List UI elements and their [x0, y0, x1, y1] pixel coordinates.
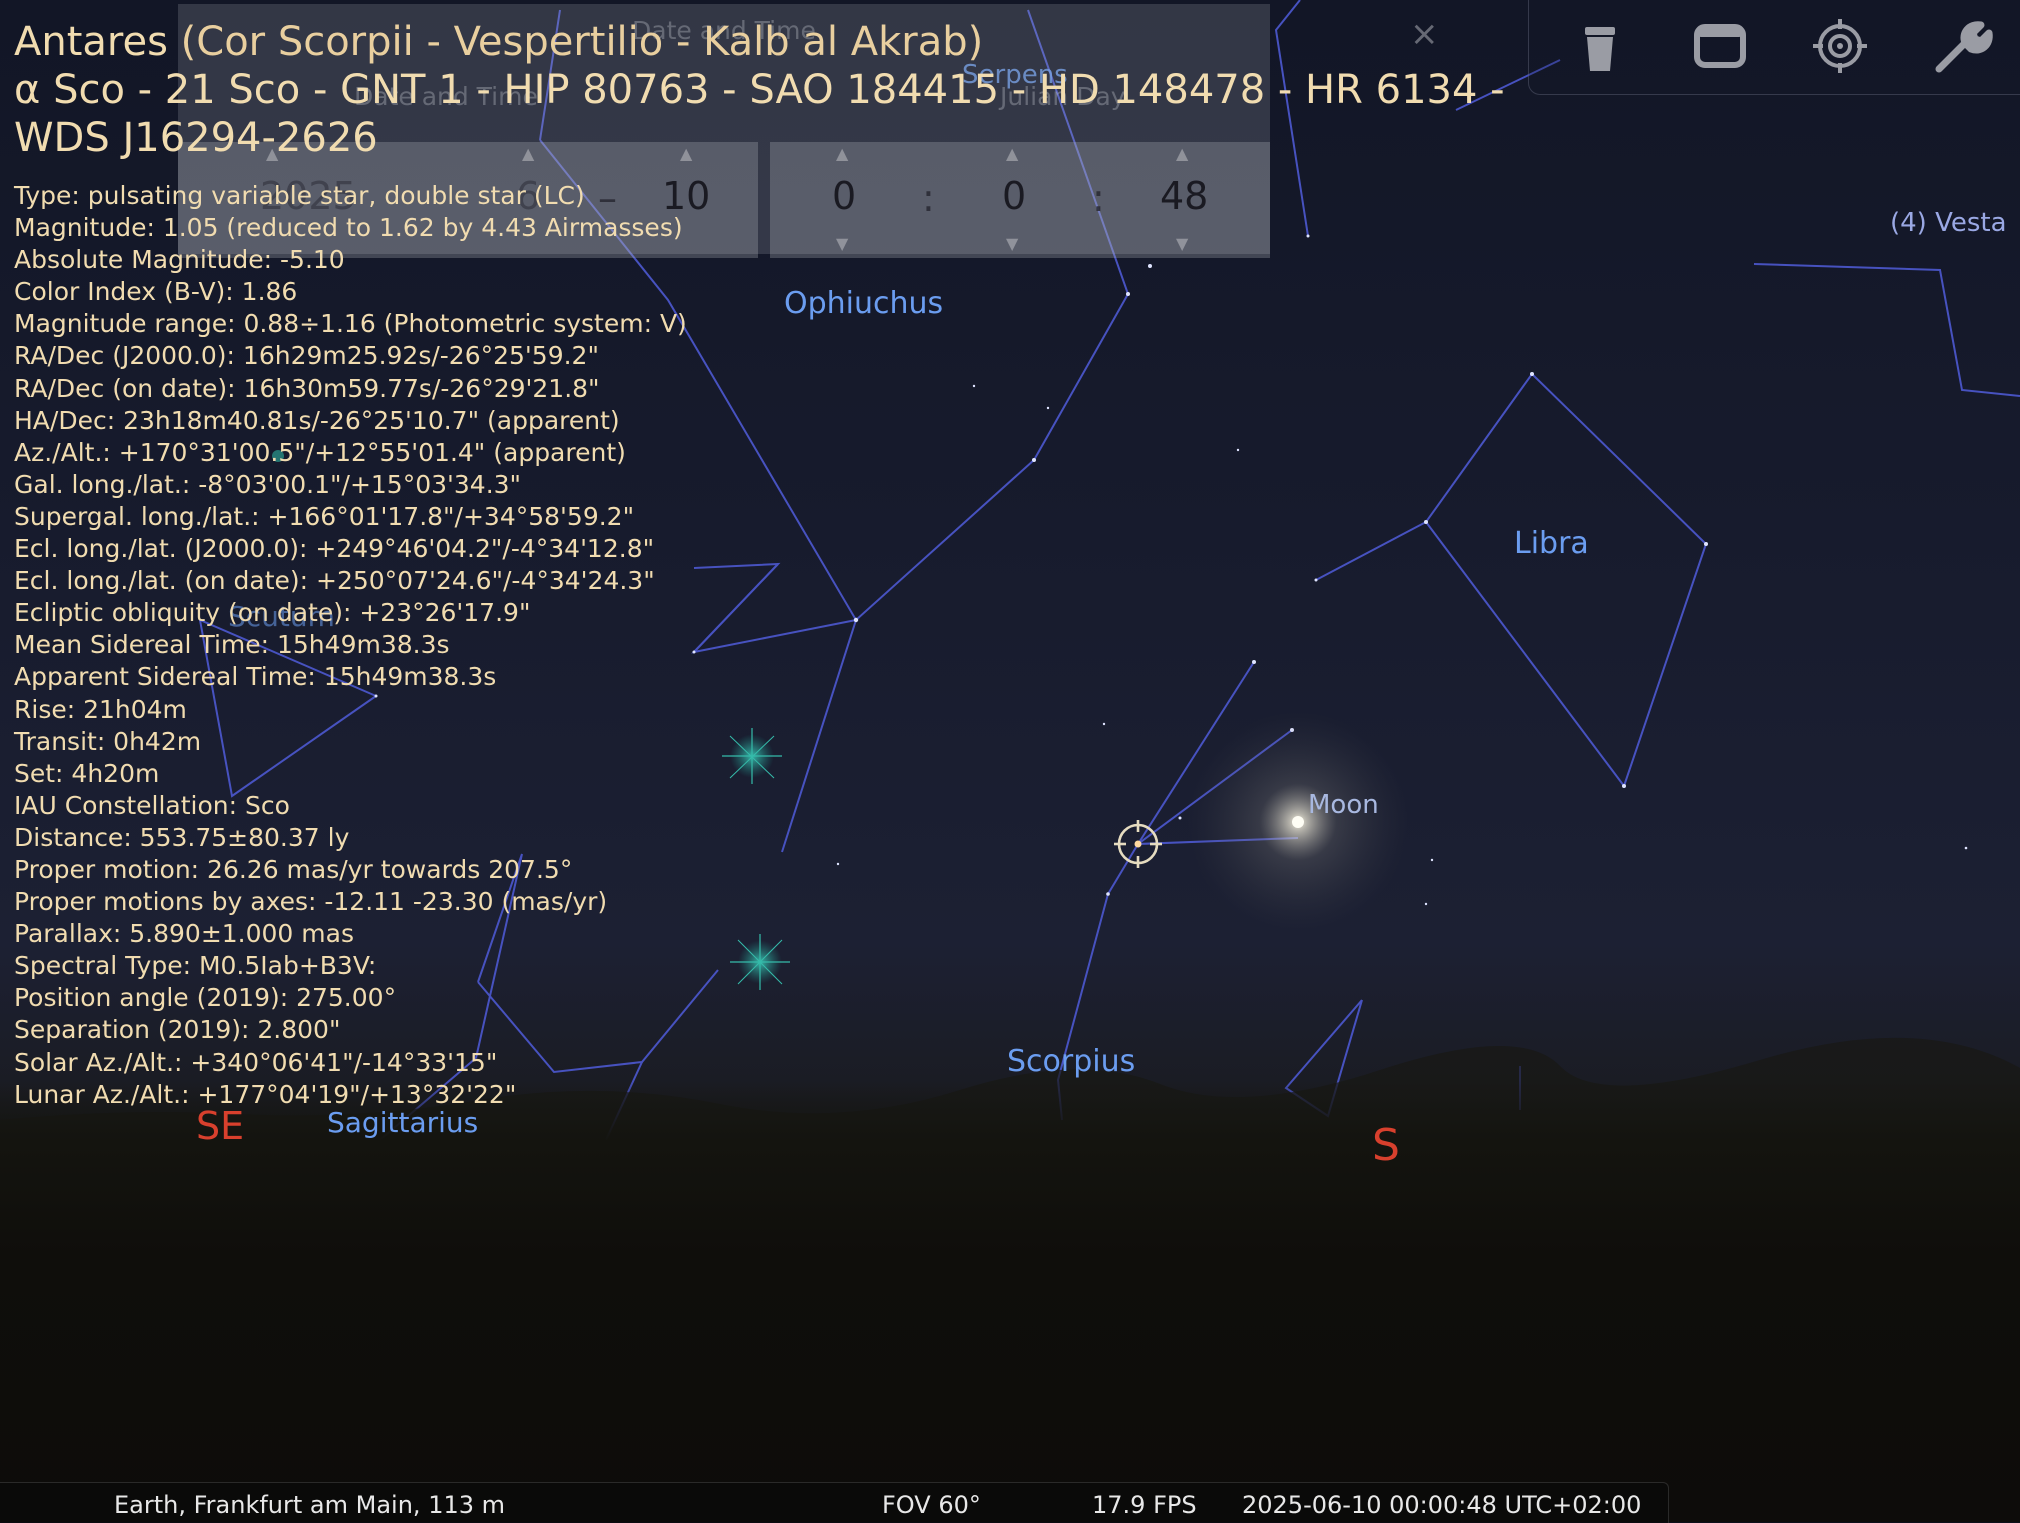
object-info-lines: Type: pulsating variable star, double st…: [14, 180, 1534, 1111]
trash-icon[interactable]: [1565, 11, 1635, 81]
label-sagittarius[interactable]: Sagittarius: [327, 1106, 478, 1139]
object-info-panel: Antares (Cor Scorpii - Vespertilio - Kal…: [14, 18, 1534, 1111]
object-alt-names: (Cor Scorpii - Vespertilio - Kalb al Akr…: [180, 19, 984, 65]
info-line: Proper motion: 26.26 mas/yr towards 207.…: [14, 854, 573, 884]
info-line: Magnitude: 1.05 (reduced to 1.62 by 4.43…: [14, 213, 683, 243]
label-vesta[interactable]: (4) Vesta: [1890, 208, 2007, 238]
object-designations-2: WDS J16294-2626: [14, 115, 378, 161]
object-title: Antares (Cor Scorpii - Vespertilio - Kal…: [14, 18, 1534, 162]
info-line: Parallax: 5.890±1.000 mas: [14, 919, 354, 949]
window-icon[interactable]: [1685, 11, 1755, 81]
top-toolbar: [1528, 0, 2020, 95]
info-line: Lunar Az./Alt.: +177°04'19"/+13°32'22": [14, 1079, 517, 1109]
info-line: Position angle (2019): 275.00°: [14, 983, 397, 1013]
info-line: Gal. long./lat.: -8°03'00.1"/+15°03'34.3…: [14, 469, 522, 499]
wrench-icon[interactable]: [1925, 11, 1995, 81]
info-line: Spectral Type: M0.5Iab+B3V:: [14, 951, 377, 981]
object-name: Antares: [14, 19, 168, 65]
object-designations-1: α Sco - 21 Sco - GNT 1 - HIP 80763 - SAO…: [14, 67, 1505, 113]
info-line: Absolute Magnitude: -5.10: [14, 245, 345, 275]
status-fps: 17.9 FPS: [1092, 1491, 1197, 1519]
info-line: Set: 4h20m: [14, 758, 160, 788]
info-line: Solar Az./Alt.: +340°06'41"/-14°33'15": [14, 1047, 498, 1077]
info-line: Magnitude range: 0.88÷1.16 (Photometric …: [14, 309, 687, 339]
info-line: Color Index (B-V): 1.86: [14, 277, 298, 307]
info-line: Separation (2019): 2.800": [14, 1015, 341, 1045]
info-line: Mean Sidereal Time: 15h49m38.3s: [14, 630, 450, 660]
info-line: Proper motions by axes: -12.11 -23.30 (m…: [14, 887, 608, 917]
status-fov: FOV 60°: [882, 1491, 981, 1519]
cardinal-s: S: [1372, 1120, 1400, 1171]
info-line: Transit: 0h42m: [14, 726, 202, 756]
info-line: Distance: 553.75±80.37 ly: [14, 822, 350, 852]
status-location[interactable]: Earth, Frankfurt am Main, 113 m: [114, 1491, 505, 1519]
vesta-line: [1753, 263, 2020, 397]
info-line: IAU Constellation: Sco: [14, 790, 290, 820]
ground: [0, 1080, 2020, 1522]
info-line: RA/Dec (on date): 16h30m59.77s/-26°29'21…: [14, 373, 600, 403]
info-line: Az./Alt.: +170°31'00.5"/+12°55'01.4" (ap…: [14, 437, 626, 467]
info-line: Ecl. long./lat. (on date): +250°07'24.6"…: [14, 566, 655, 596]
info-line: Supergal. long./lat.: +166°01'17.8"/+34°…: [14, 501, 635, 531]
info-line: Ecliptic obliquity (on date): +23°26'17.…: [14, 598, 531, 628]
info-line: Type: pulsating variable star, double st…: [14, 181, 585, 210]
info-line: Ecl. long./lat. (J2000.0): +249°46'04.2"…: [14, 534, 655, 564]
target-icon[interactable]: [1805, 11, 1875, 81]
info-line: HA/Dec: 23h18m40.81s/-26°25'10.7" (appar…: [14, 405, 620, 435]
info-line: Apparent Sidereal Time: 15h49m38.3s: [14, 662, 497, 692]
status-bar: Earth, Frankfurt am Main, 113 m FOV 60° …: [0, 1482, 1669, 1523]
status-datetime[interactable]: 2025-06-10 00:00:48 UTC+02:00: [1242, 1491, 1641, 1519]
info-line: Rise: 21h04m: [14, 694, 187, 724]
info-line: RA/Dec (J2000.0): 16h29m25.92s/-26°25'59…: [14, 341, 599, 371]
